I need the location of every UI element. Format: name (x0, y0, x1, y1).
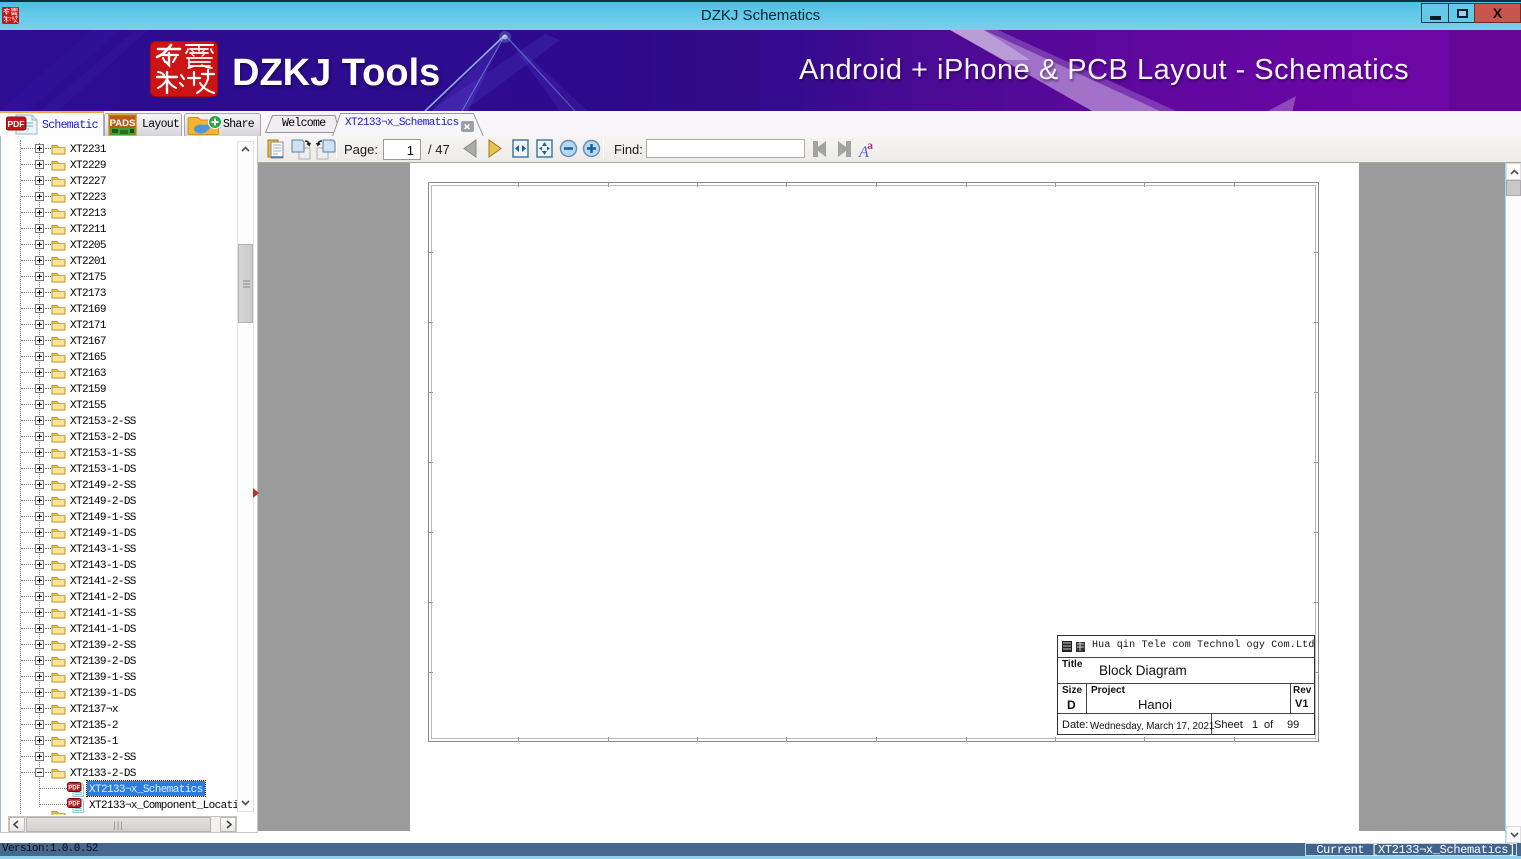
svg-text:PDF: PDF (8, 119, 25, 129)
svg-text:PADS: PADS (110, 118, 136, 129)
svg-text:a: a (867, 138, 873, 152)
